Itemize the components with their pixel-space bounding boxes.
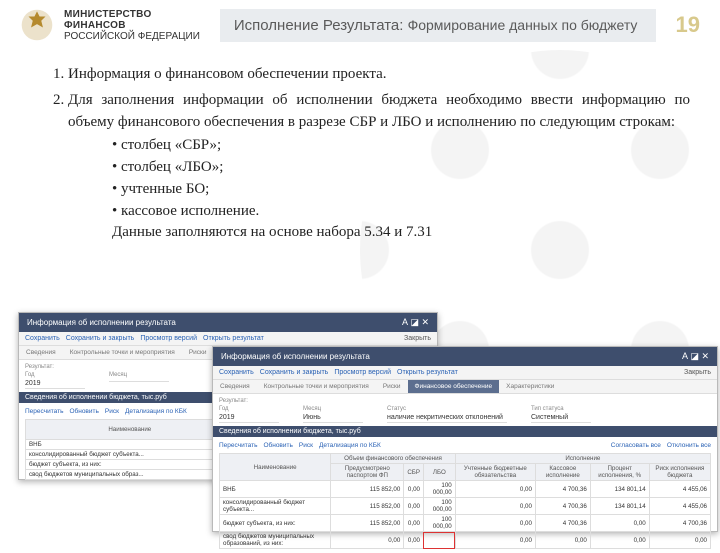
save-close-button[interactable]: Сохранить и закрыть	[260, 369, 329, 376]
window-titlebar: Информация об исполнении результата А ◪ …	[19, 313, 437, 332]
slide-body: Информация о финансовом обеспечении прое…	[0, 50, 720, 244]
open-result-button[interactable]: Открыть результат	[203, 335, 264, 342]
tab-risks[interactable]: Риски	[182, 346, 214, 359]
toolbar: Сохранить Сохранить и закрыть Просмотр в…	[213, 366, 717, 380]
tab-info[interactable]: Сведения	[213, 380, 257, 393]
month-field[interactable]: Июнь	[303, 413, 363, 423]
versions-button[interactable]: Просмотр версий	[334, 369, 391, 376]
window-controls: А ◪ ✕	[682, 351, 709, 362]
open-result-button[interactable]: Открыть результат	[397, 369, 458, 376]
bullet: столбец «СБР»;	[112, 135, 690, 157]
section-header: Сведения об исполнении бюджета, тыс.руб	[213, 426, 717, 437]
risk-button[interactable]: Риск	[105, 408, 119, 415]
tab-info[interactable]: Сведения	[19, 346, 63, 359]
save-close-button[interactable]: Сохранить и закрыть	[66, 335, 135, 342]
risk-button[interactable]: Риск	[299, 442, 313, 449]
list-item: Информация о финансовом обеспечении прое…	[68, 64, 690, 86]
refresh-button[interactable]: Обновить	[69, 408, 98, 415]
year-field[interactable]: 2019	[219, 413, 279, 423]
budget-table-detailed: Наименование Объем финансового обеспечен…	[219, 453, 711, 549]
table-row: консолидированный бюджет субъекта...115 …	[220, 498, 711, 515]
close-button[interactable]: Закрыть	[404, 335, 431, 342]
bullet: кассовое исполнение.	[112, 201, 690, 223]
list-item: Для заполнения информации об исполнении …	[68, 90, 690, 244]
year-field[interactable]: 2019	[25, 379, 85, 389]
ministry-name: МИНИСТЕРСТВОФИНАНСОВРОССИЙСКОЙ ФЕДЕРАЦИИ	[64, 9, 200, 42]
versions-button[interactable]: Просмотр версий	[140, 335, 197, 342]
table-row: бюджет субъекта, из них:115 852,000,0010…	[220, 515, 711, 532]
tab-risks[interactable]: Риски	[376, 380, 408, 393]
ministry-emblem-icon	[20, 8, 54, 42]
lbo-input-cell[interactable]	[423, 532, 455, 549]
screenshots-area: Информация об исполнении результата А ◪ …	[18, 312, 702, 532]
save-button[interactable]: Сохранить	[25, 335, 60, 342]
result-label: Результат:	[219, 398, 711, 404]
table-row: ВНБ115 852,000,00100 000,000,004 700,361…	[220, 481, 711, 498]
tab-chars[interactable]: Характеристики	[499, 380, 561, 393]
status-field: наличие некритических отклонений	[387, 413, 507, 423]
window-controls: А ◪ ✕	[402, 317, 429, 328]
detail-button[interactable]: Детализация по КБК	[319, 442, 381, 449]
table-row: свод бюджетов муниципальных образований,…	[220, 532, 711, 549]
bullet: учтенные БО;	[112, 179, 690, 201]
tab-milestones[interactable]: Контрольные точки и мероприятия	[63, 346, 182, 359]
slide-header: МИНИСТЕРСТВОФИНАНСОВРОССИЙСКОЙ ФЕДЕРАЦИИ…	[0, 0, 720, 50]
bullet: столбец «ЛБО»;	[112, 157, 690, 179]
tab-finance[interactable]: Финансовое обеспечение	[408, 380, 500, 393]
refresh-button[interactable]: Обновить	[263, 442, 292, 449]
app-window-front: Информация об исполнении результата А ◪ …	[212, 346, 718, 532]
note-text: Данные заполняются на основе набора 5.34…	[68, 222, 690, 244]
slide-title: Исполнение Результата: Формирование данн…	[220, 9, 656, 42]
window-titlebar: Информация об исполнении результата А ◪ …	[213, 347, 717, 366]
tabs: Сведения Контрольные точки и мероприятия…	[213, 380, 717, 394]
page-number: 19	[676, 12, 700, 38]
close-button[interactable]: Закрыть	[684, 369, 711, 376]
recalc-button[interactable]: Пересчитать	[219, 442, 257, 449]
tab-milestones[interactable]: Контрольные точки и мероприятия	[257, 380, 376, 393]
toolbar: Сохранить Сохранить и закрыть Просмотр в…	[19, 332, 437, 346]
save-button[interactable]: Сохранить	[219, 369, 254, 376]
status-type-field: Системный	[531, 413, 591, 423]
reject-all-button[interactable]: Отклонить все	[667, 442, 711, 449]
detail-button[interactable]: Детализация по КБК	[125, 408, 187, 415]
month-field[interactable]	[109, 379, 169, 382]
recalc-button[interactable]: Пересчитать	[25, 408, 63, 415]
approve-all-button[interactable]: Согласовать все	[611, 442, 661, 449]
